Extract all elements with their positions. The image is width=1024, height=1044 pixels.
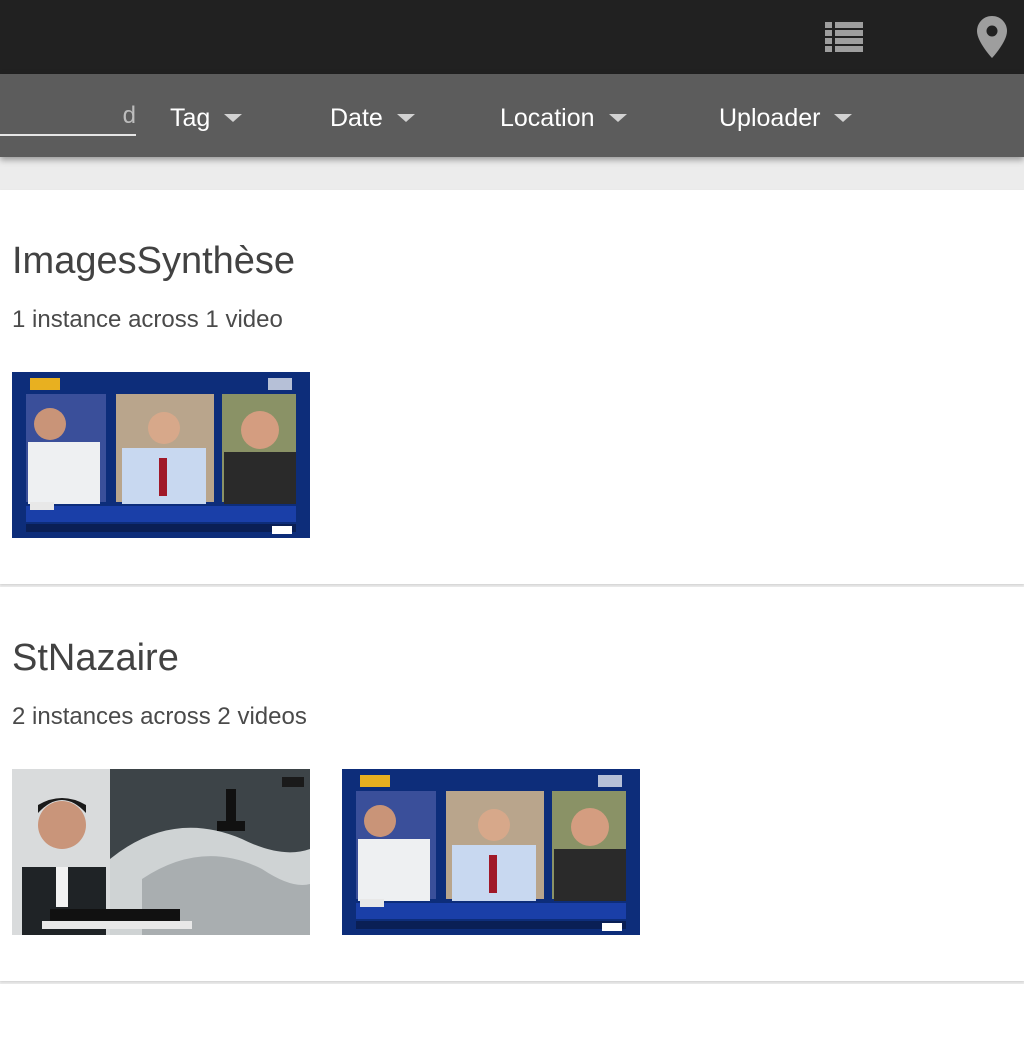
tag-filter-label: Tag (170, 103, 211, 132)
tag-card: ImagesSynthèse 1 instance across 1 video (0, 190, 1024, 584)
tag-card (0, 984, 1024, 1044)
tag-instance-count: 2 instances across 2 videos (12, 703, 307, 730)
date-filter-dropdown[interactable]: Date (330, 98, 415, 138)
tag-instance-count: 1 instance across 1 video (12, 306, 283, 333)
top-app-bar (0, 0, 1024, 74)
location-filter-dropdown[interactable]: Location (500, 98, 627, 138)
uploader-filter-dropdown[interactable]: Uploader (719, 98, 853, 138)
caret-down-icon (396, 114, 415, 122)
uploader-filter-label: Uploader (719, 103, 821, 132)
caret-down-icon (834, 114, 853, 122)
video-thumbnail[interactable] (12, 372, 310, 538)
date-filter-label: Date (330, 103, 383, 132)
tag-filter-dropdown[interactable]: Tag (170, 98, 243, 138)
map-pin-icon (977, 16, 1007, 58)
list-view-button[interactable] (818, 0, 870, 74)
search-input[interactable] (0, 98, 136, 136)
filter-bar: Tag Date Location Uploader (0, 74, 1024, 157)
tag-card: StNazaire 2 instances across 2 videos (0, 587, 1024, 981)
map-view-button[interactable] (966, 0, 1018, 74)
news-panel-thumbnail-image (12, 372, 310, 538)
tag-title[interactable]: StNazaire (12, 637, 179, 680)
list-icon (825, 22, 863, 52)
tag-title[interactable]: ImagesSynthèse (12, 240, 295, 283)
video-thumbnail[interactable] (342, 769, 640, 935)
news-panel-thumbnail-image (342, 769, 640, 935)
location-filter-label: Location (500, 103, 595, 132)
submarine-report-thumbnail-image (12, 769, 310, 935)
video-thumbnail[interactable] (12, 769, 310, 935)
caret-down-icon (224, 114, 243, 122)
caret-down-icon (608, 114, 627, 122)
